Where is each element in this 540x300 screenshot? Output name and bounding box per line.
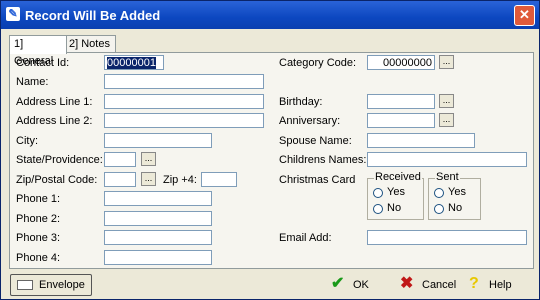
- name-field[interactable]: [104, 74, 264, 89]
- state-lookup-button[interactable]: ...: [141, 152, 156, 166]
- phone4-label: Phone 4:: [16, 252, 61, 264]
- check-icon: ✔: [331, 275, 345, 292]
- received-yes-radio[interactable]: [373, 188, 383, 198]
- category-field[interactable]: 00000000: [367, 55, 435, 70]
- city-field[interactable]: [104, 133, 212, 148]
- zip-field[interactable]: [104, 172, 136, 187]
- help-button[interactable]: ? Help: [469, 275, 521, 295]
- spouse-field[interactable]: [367, 133, 475, 148]
- ok-button[interactable]: ✔ OK: [331, 275, 379, 295]
- x-icon: ✖: [400, 275, 414, 292]
- category-lookup-button[interactable]: ...: [439, 55, 454, 69]
- phone3-label: Phone 3:: [16, 232, 61, 244]
- state-label: State/Providence:: [16, 154, 103, 166]
- help-button-label: Help: [489, 279, 512, 291]
- name-label: Name:: [16, 76, 49, 88]
- zip-label: Zip/Postal Code:: [16, 174, 98, 186]
- tab-notes[interactable]: 2] Notes: [64, 35, 116, 53]
- received-group: Received Yes No: [367, 171, 424, 220]
- sent-yes-radio[interactable]: [434, 188, 444, 198]
- state-field[interactable]: [104, 152, 136, 167]
- tab-general[interactable]: 1] General: [9, 35, 67, 67]
- sent-group-title: Sent: [435, 171, 460, 183]
- anniversary-label: Anniversary:: [279, 115, 341, 127]
- contact-id-field[interactable]: 00000001: [104, 55, 164, 70]
- sent-group: Sent Yes No: [428, 171, 481, 220]
- app-icon: ✎: [6, 7, 20, 21]
- sent-no-radio[interactable]: [434, 204, 444, 214]
- email-field[interactable]: [367, 230, 527, 245]
- city-label: City:: [16, 135, 38, 147]
- zip-lookup-button[interactable]: ...: [141, 172, 156, 186]
- received-no-radio[interactable]: [373, 204, 383, 214]
- address1-field[interactable]: [104, 94, 264, 109]
- received-no-label: No: [387, 202, 402, 214]
- anniversary-lookup-button[interactable]: ...: [439, 113, 454, 127]
- envelope-button[interactable]: Envelope: [10, 274, 92, 296]
- phone1-label: Phone 1:: [16, 193, 61, 205]
- birthday-lookup-button[interactable]: ...: [439, 94, 454, 108]
- category-label: Category Code:: [279, 57, 357, 69]
- envelope-button-label: Envelope: [39, 279, 85, 291]
- cancel-button-label: Cancel: [422, 279, 457, 291]
- phone4-field[interactable]: [104, 250, 212, 265]
- birthday-label: Birthday:: [279, 96, 323, 108]
- close-button[interactable]: ✕: [514, 5, 535, 26]
- christmas-card-label: Christmas Card: [279, 174, 356, 186]
- zip4-label: Zip +4:: [163, 174, 197, 186]
- sent-yes-label: Yes: [448, 186, 466, 198]
- question-icon: ?: [469, 275, 479, 292]
- children-field[interactable]: [367, 152, 527, 167]
- ok-button-label: OK: [353, 279, 369, 291]
- phone3-field[interactable]: [104, 230, 212, 245]
- address2-field[interactable]: [104, 113, 264, 128]
- anniversary-field[interactable]: [367, 113, 435, 128]
- birthday-field[interactable]: [367, 94, 435, 109]
- address2-label: Address Line 2:: [16, 115, 93, 127]
- received-yes-label: Yes: [387, 186, 405, 198]
- phone2-field[interactable]: [104, 211, 212, 226]
- contact-id-value: 00000001: [107, 57, 156, 69]
- children-label: Childrens Names:: [279, 154, 367, 166]
- window-title: Record Will Be Added: [25, 8, 161, 23]
- received-group-title: Received: [374, 171, 422, 183]
- zip4-field[interactable]: [201, 172, 237, 187]
- envelope-icon: [17, 280, 33, 290]
- phone2-label: Phone 2:: [16, 213, 61, 225]
- sent-no-label: No: [448, 202, 463, 214]
- address1-label: Address Line 1:: [16, 96, 93, 108]
- title-bar[interactable]: ✎ Record Will Be Added ✕: [1, 1, 539, 29]
- phone1-field[interactable]: [104, 191, 212, 206]
- cancel-button[interactable]: ✖ Cancel: [400, 275, 460, 295]
- dialog-window: ✎ Record Will Be Added ✕ 1] General 2] N…: [0, 0, 540, 300]
- general-tab-panel: Contact Id: 00000001 Name: Address Line …: [9, 52, 534, 269]
- email-label: Email Add:: [279, 232, 332, 244]
- spouse-label: Spouse Name:: [279, 135, 352, 147]
